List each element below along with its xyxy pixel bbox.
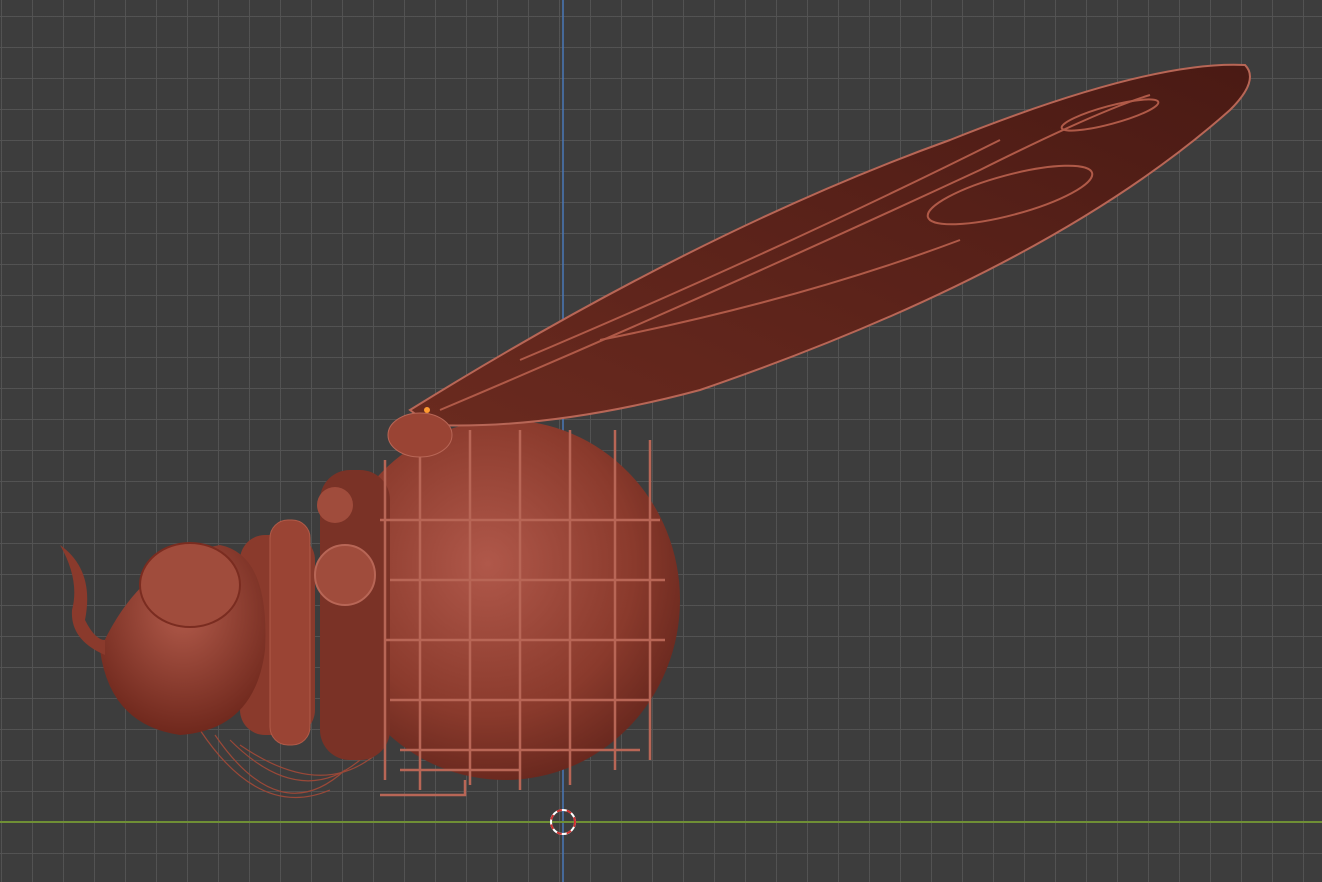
3d-viewport[interactable] [0, 0, 1322, 882]
robot-fly-model[interactable] [60, 63, 1251, 798]
proboscis [60, 545, 105, 655]
wing [408, 63, 1251, 427]
